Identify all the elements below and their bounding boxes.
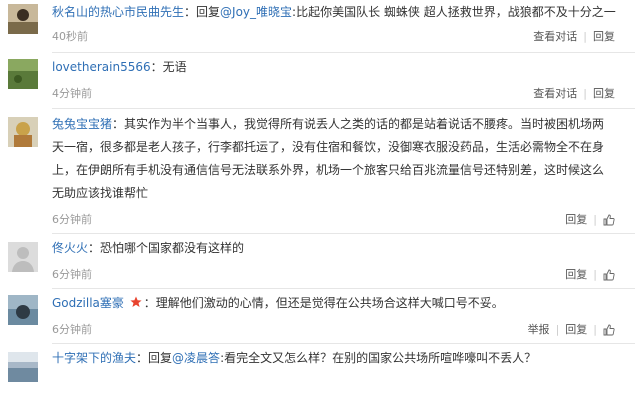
action-divider: | [555, 323, 560, 336]
commenter-name[interactable]: Godzilla塞豪 [52, 296, 124, 310]
thumbs-up-icon[interactable] [603, 324, 615, 336]
comment-time: 4分钟前 [52, 87, 92, 100]
thumbs-up-icon[interactable] [603, 269, 615, 281]
report-link[interactable]: 举报 [528, 321, 550, 339]
action-divider: | [593, 323, 597, 336]
reply-to-user[interactable]: @凌晨答 [172, 351, 220, 365]
comment-text-line: 天一宿，很多都是老人孩子，行李都托运了，没有住宿和餐饮，没御寒衣服没药品，生活必… [52, 140, 605, 154]
commenter-name[interactable]: 十字架下的渔夫 [52, 351, 136, 365]
commenter-name[interactable]: 佟火火 [52, 241, 88, 255]
reply-link[interactable]: 回复 [565, 321, 587, 339]
reply-to-user[interactable]: @Joy_唯晓宝 [220, 5, 292, 19]
star-badge-icon[interactable] [130, 292, 142, 307]
comment-text-line: 无助应该找谁帮忙 [52, 186, 149, 200]
comment-item: 秋名山的热心市民曲先生：回复@Joy_唯晓宝:比起你美国队长 蜘蛛侠 超人拯救世… [0, 0, 635, 52]
comment-text-line: 上，在伊朗所有手机没有通信信号无法联系外界，机场一个旅客只给百兆流量信号还特别差… [52, 163, 605, 177]
view-conversation-link[interactable]: 查看对话 [533, 28, 577, 46]
commenter-name[interactable]: lovetherain5566 [52, 60, 151, 74]
avatar[interactable] [8, 295, 38, 325]
commenter-name[interactable]: 秋名山的热心市民曲先生 [52, 5, 184, 19]
comment-text: :看完全文又怎么样？在别的国家公共场所喧哗嚎叫不丢人？ [220, 351, 537, 365]
comment-text: ：理解他们激动的心情，但还是觉得在公共场合这样大喊口号不妥。 [143, 296, 504, 310]
comment-text: :比起你美国队长 蜘蛛侠 超人拯救世界，战狼都不及十分之一 [292, 5, 616, 19]
view-conversation-link[interactable]: 查看对话 [533, 85, 577, 103]
avatar[interactable] [8, 242, 38, 272]
avatar[interactable] [8, 59, 38, 89]
comment-item: lovetherain5566：无语 4分钟前 查看对话 | 回复 [0, 53, 635, 107]
thumbs-up-icon[interactable] [603, 214, 615, 226]
reply-prefix: 回复 [148, 351, 173, 365]
comment-item: Godzilla塞豪 ：理解他们激动的心情，但还是觉得在公共场合这样大喊口号不妥… [0, 289, 635, 343]
reply-link[interactable]: 回复 [565, 211, 587, 229]
action-divider: | [583, 87, 587, 100]
comment-text: ：恐怕哪个国家都没有这样的 [88, 241, 245, 255]
commenter-name[interactable]: 兔兔宝宝猪 [52, 117, 112, 131]
comment-item: 佟火火：恐怕哪个国家都没有这样的 6分钟前 回复 | [0, 234, 635, 288]
avatar[interactable] [8, 117, 38, 147]
comment-item: 兔兔宝宝猪：其实作为半个当事人，我觉得所有说丢人之类的话的都是站着说话不腰疼。当… [0, 109, 635, 233]
comment-time: 40秒前 [52, 30, 88, 43]
action-divider: | [593, 268, 597, 281]
action-divider: | [583, 30, 587, 43]
reply-prefix: 回复 [196, 5, 221, 19]
avatar[interactable] [8, 352, 38, 382]
comment-item: 十字架下的渔夫：回复@凌晨答:看完全文又怎么样？在别的国家公共场所喧哗嚎叫不丢人… [0, 344, 635, 401]
comment-text: ：无语 [150, 60, 187, 74]
comment-time: 6分钟前 [52, 323, 92, 336]
name-separator: ： [184, 5, 197, 19]
action-divider: | [593, 213, 597, 226]
reply-link[interactable]: 回复 [593, 85, 615, 103]
avatar[interactable] [8, 4, 38, 34]
reply-link[interactable]: 回复 [593, 28, 615, 46]
comment-time: 6分钟前 [52, 213, 92, 226]
reply-link[interactable]: 回复 [565, 266, 587, 284]
comment-time: 6分钟前 [52, 268, 92, 281]
comment-text-line: ：其实作为半个当事人，我觉得所有说丢人之类的话的都是站着说话不腰疼。当时被困机场… [112, 117, 605, 131]
name-separator: ： [136, 351, 149, 365]
